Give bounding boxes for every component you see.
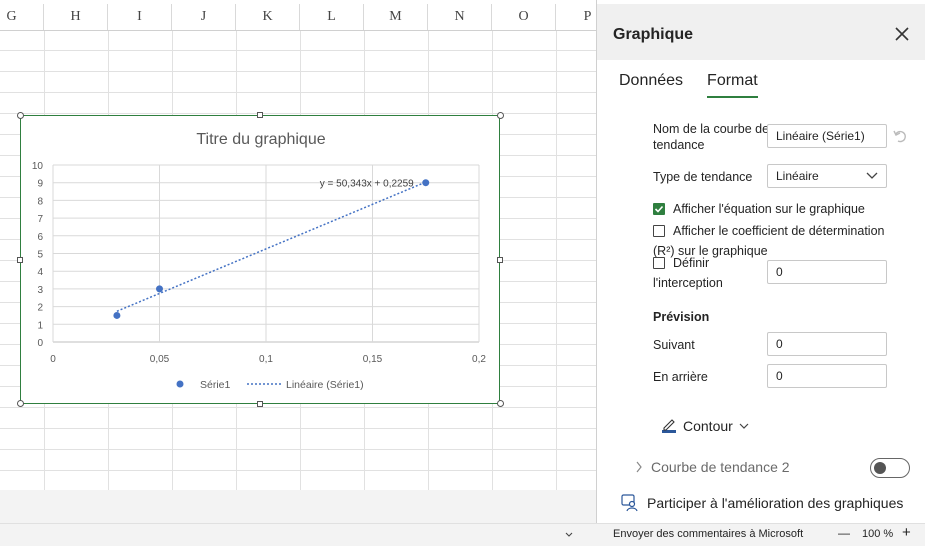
chevron-down-icon[interactable]	[565, 532, 573, 538]
backward-label: En arrière	[653, 370, 708, 384]
resize-handle-right[interactable]	[497, 257, 503, 263]
legend-label-series1: Série1	[200, 379, 231, 391]
checkmark-icon	[654, 205, 664, 213]
column-header-p[interactable]: P	[556, 4, 596, 30]
trendline-equation-label: y = 50,343x + 0,2259	[320, 179, 414, 190]
column-header-i[interactable]: I	[108, 4, 172, 30]
data-point	[113, 311, 121, 319]
resize-handle-left[interactable]	[17, 257, 23, 263]
show-r2-checkbox[interactable]	[653, 225, 665, 237]
resize-handle-bottom-left[interactable]	[17, 400, 24, 407]
show-equation-label: Afficher l'équation sur le graphique	[673, 202, 865, 216]
x-tick-label: 0,2	[472, 354, 486, 365]
trend-name-label-line1: Nom de la courbe de	[653, 122, 770, 136]
data-point	[156, 285, 163, 293]
pen-outline-icon	[662, 419, 676, 433]
x-tick-label: 0,15	[363, 354, 383, 365]
x-tick-label: 0,1	[259, 354, 273, 365]
forward-label: Suivant	[653, 338, 695, 352]
column-header-k[interactable]: K	[236, 4, 300, 30]
y-tick-label: 3	[37, 285, 43, 296]
trendline2-toggle[interactable]	[870, 458, 910, 478]
chevron-down-icon	[866, 172, 878, 179]
column-header-o[interactable]: O	[492, 4, 556, 30]
y-tick-label: 9	[37, 179, 43, 190]
tab-donnees[interactable]: Données	[619, 72, 683, 98]
backward-input[interactable]: 0	[767, 364, 887, 388]
pane-title: Graphique	[613, 26, 694, 43]
x-tick-label: 0,05	[150, 354, 170, 365]
set-intercept-label-line1: Définir	[673, 256, 710, 270]
pane-header: Graphique	[597, 4, 925, 60]
improve-charts-link[interactable]: Participer à l'amélioration des graphiqu…	[621, 494, 903, 512]
column-headers: GHIJKLMNOP	[0, 4, 596, 31]
legend-marker-series1	[176, 380, 184, 388]
feedback-person-icon	[621, 494, 638, 512]
resize-handle-bottom[interactable]	[257, 401, 263, 407]
resize-handle-top-left[interactable]	[17, 112, 24, 119]
chart-title: Titre du graphique	[196, 131, 325, 148]
x-tick-label: 0	[50, 354, 56, 365]
column-header-h[interactable]: H	[44, 4, 108, 30]
resize-handle-bottom-right[interactable]	[497, 400, 504, 407]
sheet-tabs-bar	[0, 490, 596, 523]
pane-tabs: Données Format	[619, 72, 758, 98]
column-header-g[interactable]: G	[0, 4, 44, 30]
resize-handle-top-right[interactable]	[497, 112, 504, 119]
chart-object[interactable]: Titre du graphique 0 1 2 3 4 5 6 7 8 9 10 0 0,05 0,1 0,…	[20, 115, 500, 404]
improve-charts-label: Participer à l'amélioration des graphiqu…	[647, 495, 904, 511]
undo-icon[interactable]	[892, 128, 908, 144]
close-icon[interactable]	[894, 26, 910, 42]
trendline2-expander[interactable]: Courbe de tendance 2	[635, 459, 790, 475]
forecast-heading: Prévision	[653, 310, 710, 324]
trend-type-label: Type de tendance	[653, 170, 753, 184]
trendline2-label: Courbe de tendance 2	[651, 459, 790, 475]
y-tick-label: 1	[37, 320, 43, 331]
trend-name-input[interactable]: Linéaire (Série1)	[767, 124, 887, 148]
forward-input[interactable]: 0	[767, 332, 887, 356]
status-bar: Envoyer des commentaires à Microsoft — 1…	[0, 523, 925, 546]
chart-format-pane: Graphique Données Format Nom de la courb…	[596, 0, 925, 523]
toggle-knob	[874, 462, 886, 474]
data-point	[422, 179, 430, 187]
zoom-in-button[interactable]: +	[902, 524, 911, 541]
chevron-right-icon	[636, 461, 642, 473]
contour-label: Contour	[683, 418, 733, 434]
tab-format[interactable]: Format	[707, 72, 758, 98]
y-tick-label: 7	[37, 214, 43, 225]
show-equation-checkbox[interactable]	[653, 203, 665, 215]
intercept-input[interactable]: 0	[767, 260, 887, 284]
resize-handle-top[interactable]	[257, 112, 263, 118]
column-header-l[interactable]: L	[300, 4, 364, 30]
chevron-down-icon	[739, 423, 749, 429]
feedback-link[interactable]: Envoyer des commentaires à Microsoft	[613, 528, 803, 540]
set-intercept-checkbox[interactable]	[653, 257, 665, 269]
trendline	[116, 181, 427, 312]
column-header-j[interactable]: J	[172, 4, 236, 30]
y-tick-label: 2	[37, 303, 43, 314]
y-tick-label: 0	[37, 338, 43, 349]
contour-button[interactable]: Contour	[661, 418, 749, 434]
spreadsheet-area[interactable]: GHIJKLMNOP Titre du graphique 0 1 2 3 4 5 6 7 8 9 1…	[0, 0, 596, 490]
zoom-level[interactable]: 100 %	[862, 528, 893, 540]
show-r2-label-line2: (R²) sur le graphique	[653, 244, 768, 258]
column-header-m[interactable]: M	[364, 4, 428, 30]
y-tick-label: 8	[37, 196, 43, 207]
legend-label-trendline: Linéaire (Série1)	[286, 379, 364, 391]
column-header-n[interactable]: N	[428, 4, 492, 30]
zoom-out-button[interactable]: —	[838, 526, 850, 540]
y-tick-label: 6	[37, 232, 43, 243]
y-tick-label: 5	[37, 250, 43, 261]
chart-svg: Titre du graphique 0 1 2 3 4 5 6 7 8 9 10 0 0,05 0,1 0,…	[32, 131, 487, 391]
y-tick-label: 4	[37, 267, 43, 278]
show-r2-label-line1: Afficher le coefficient de détermination	[673, 224, 885, 238]
y-tick-label: 10	[32, 161, 44, 172]
trend-name-label-line2: tendance	[653, 138, 705, 152]
trend-type-select[interactable]: Linéaire	[767, 164, 887, 188]
trend-type-value: Linéaire	[776, 169, 819, 183]
set-intercept-label-line2: l'interception	[653, 276, 723, 290]
